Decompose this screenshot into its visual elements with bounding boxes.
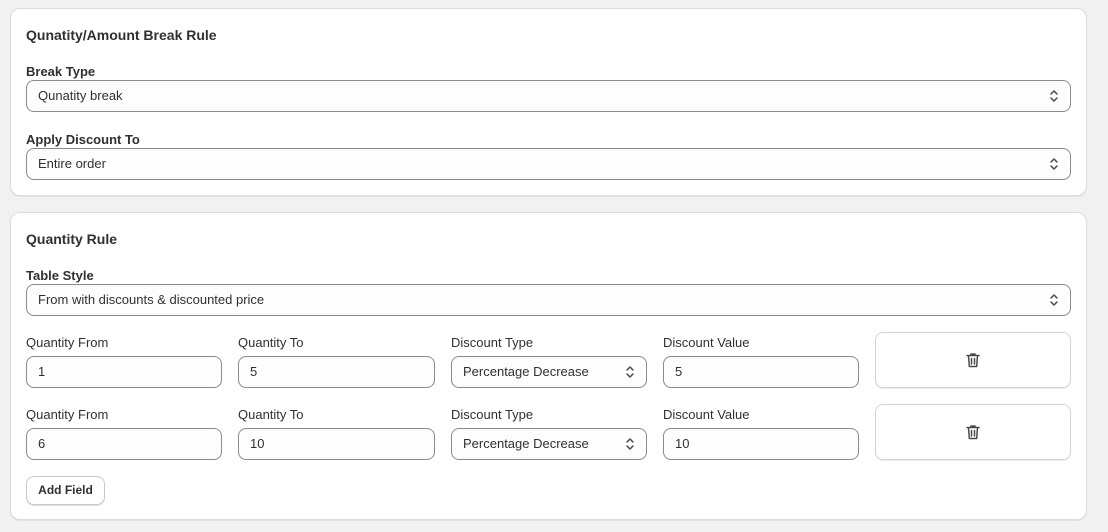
trash-icon	[966, 425, 980, 440]
discount-value-label: Discount Value	[663, 335, 750, 350]
break-type-value: Qunatity break	[38, 88, 123, 103]
trash-icon	[966, 353, 980, 368]
quantity-to-input[interactable]: 5	[238, 356, 435, 388]
discount-type-select[interactable]: Percentage Decrease	[451, 356, 647, 388]
chevron-up-down-icon	[626, 438, 634, 450]
discount-value-label: Discount Value	[663, 407, 750, 422]
discount-value-input[interactable]: 5	[663, 356, 859, 388]
quantity-to-label: Quantity To	[238, 407, 304, 422]
chevron-up-down-icon	[1050, 90, 1058, 102]
apply-discount-select[interactable]: Entire order	[26, 148, 1071, 180]
break-rule-title: Qunatity/Amount Break Rule	[26, 27, 217, 43]
discount-type-label: Discount Type	[451, 407, 534, 422]
quantity-rule-card: Quantity Rule Table Style From with disc…	[10, 212, 1087, 520]
chevron-up-down-icon	[1050, 158, 1058, 170]
delete-row-button[interactable]	[875, 404, 1071, 460]
discount-type-value: Percentage Decrease	[463, 436, 589, 451]
chevron-up-down-icon	[626, 366, 634, 378]
quantity-to-label: Quantity To	[238, 335, 304, 350]
quantity-to-input[interactable]: 10	[238, 428, 435, 460]
apply-discount-label: Apply Discount To	[26, 132, 140, 147]
table-style-label: Table Style	[26, 268, 94, 283]
table-style-select[interactable]: From with discounts & discounted price	[26, 284, 1071, 316]
break-type-label: Break Type	[26, 64, 96, 79]
chevron-up-down-icon	[1050, 294, 1058, 306]
break-type-select[interactable]: Qunatity break	[26, 80, 1071, 112]
table-style-value: From with discounts & discounted price	[38, 292, 265, 307]
quantity-rule-title: Quantity Rule	[26, 231, 118, 247]
quantity-from-label: Quantity From	[26, 407, 109, 422]
quantity-from-label: Quantity From	[26, 335, 109, 350]
discount-value-input[interactable]: 10	[663, 428, 859, 460]
discount-type-value: Percentage Decrease	[463, 364, 589, 379]
discount-type-label: Discount Type	[451, 335, 534, 350]
discount-type-select[interactable]: Percentage Decrease	[451, 428, 647, 460]
delete-row-button[interactable]	[875, 332, 1071, 388]
quantity-from-input[interactable]: 6	[26, 428, 222, 460]
apply-discount-value: Entire order	[38, 156, 106, 171]
add-field-button[interactable]: Add Field	[26, 476, 105, 505]
quantity-from-input[interactable]: 1	[26, 356, 222, 388]
break-rule-card: Qunatity/Amount Break Rule Break Type Qu…	[10, 8, 1087, 196]
